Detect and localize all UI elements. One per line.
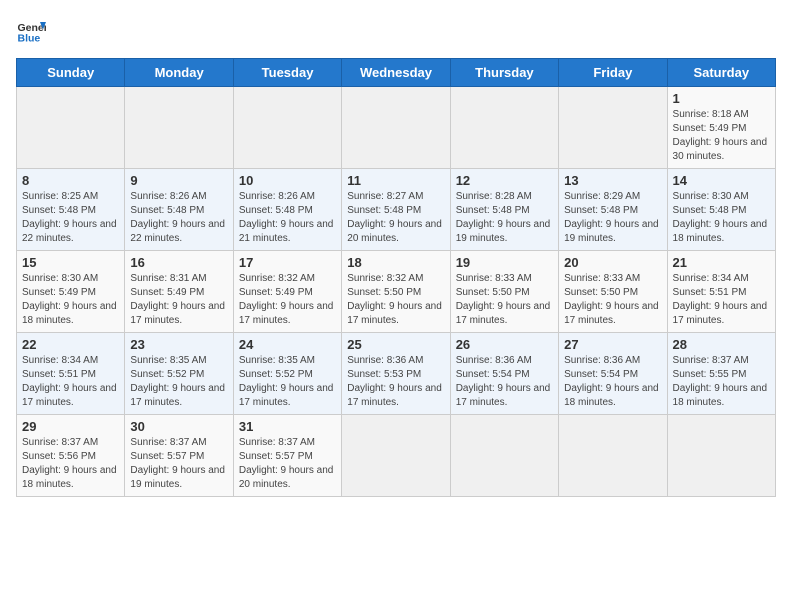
day-header-saturday: Saturday: [667, 59, 775, 87]
calendar-table: SundayMondayTuesdayWednesdayThursdayFrid…: [16, 58, 776, 497]
calendar-day-cell: 19Sunrise: 8:33 AMSunset: 5:50 PMDayligh…: [450, 251, 558, 333]
calendar-day-cell: 22Sunrise: 8:34 AMSunset: 5:51 PMDayligh…: [17, 333, 125, 415]
calendar-day-cell: [450, 415, 558, 497]
calendar-day-cell: 1Sunrise: 8:18 AMSunset: 5:49 PMDaylight…: [667, 87, 775, 169]
calendar-day-cell: 31Sunrise: 8:37 AMSunset: 5:57 PMDayligh…: [233, 415, 341, 497]
day-header-monday: Monday: [125, 59, 233, 87]
calendar-day-cell: 26Sunrise: 8:36 AMSunset: 5:54 PMDayligh…: [450, 333, 558, 415]
calendar-body: 1Sunrise: 8:18 AMSunset: 5:49 PMDaylight…: [17, 87, 776, 497]
calendar-row-1: 1Sunrise: 8:18 AMSunset: 5:49 PMDaylight…: [17, 87, 776, 169]
empty-day: [125, 87, 233, 169]
empty-day: [233, 87, 341, 169]
empty-day: [450, 87, 558, 169]
calendar-day-cell: 20Sunrise: 8:33 AMSunset: 5:50 PMDayligh…: [559, 251, 667, 333]
day-header-sunday: Sunday: [17, 59, 125, 87]
logo-icon: General Blue: [16, 16, 46, 46]
calendar-day-cell: 30Sunrise: 8:37 AMSunset: 5:57 PMDayligh…: [125, 415, 233, 497]
calendar-day-cell: 9Sunrise: 8:26 AMSunset: 5:48 PMDaylight…: [125, 169, 233, 251]
calendar-row-2: 8Sunrise: 8:25 AMSunset: 5:48 PMDaylight…: [17, 169, 776, 251]
svg-text:Blue: Blue: [18, 33, 41, 45]
calendar-day-cell: [559, 415, 667, 497]
empty-day: [342, 87, 450, 169]
calendar-day-cell: 29Sunrise: 8:37 AMSunset: 5:56 PMDayligh…: [17, 415, 125, 497]
calendar-day-cell: 11Sunrise: 8:27 AMSunset: 5:48 PMDayligh…: [342, 169, 450, 251]
calendar-day-cell: 21Sunrise: 8:34 AMSunset: 5:51 PMDayligh…: [667, 251, 775, 333]
calendar-day-cell: 27Sunrise: 8:36 AMSunset: 5:54 PMDayligh…: [559, 333, 667, 415]
day-header-thursday: Thursday: [450, 59, 558, 87]
calendar-day-cell: 8Sunrise: 8:25 AMSunset: 5:48 PMDaylight…: [17, 169, 125, 251]
logo: General Blue: [16, 16, 46, 46]
calendar-day-cell: 15Sunrise: 8:30 AMSunset: 5:49 PMDayligh…: [17, 251, 125, 333]
calendar-day-cell: 14Sunrise: 8:30 AMSunset: 5:48 PMDayligh…: [667, 169, 775, 251]
calendar-day-cell: [342, 415, 450, 497]
calendar-day-cell: 18Sunrise: 8:32 AMSunset: 5:50 PMDayligh…: [342, 251, 450, 333]
calendar-header-row: SundayMondayTuesdayWednesdayThursdayFrid…: [17, 59, 776, 87]
calendar-row-4: 22Sunrise: 8:34 AMSunset: 5:51 PMDayligh…: [17, 333, 776, 415]
calendar-row-5: 29Sunrise: 8:37 AMSunset: 5:56 PMDayligh…: [17, 415, 776, 497]
header: General Blue: [16, 16, 776, 46]
calendar-day-cell: [667, 415, 775, 497]
empty-day: [559, 87, 667, 169]
calendar-row-3: 15Sunrise: 8:30 AMSunset: 5:49 PMDayligh…: [17, 251, 776, 333]
day-header-friday: Friday: [559, 59, 667, 87]
calendar-day-cell: 24Sunrise: 8:35 AMSunset: 5:52 PMDayligh…: [233, 333, 341, 415]
calendar-day-cell: 13Sunrise: 8:29 AMSunset: 5:48 PMDayligh…: [559, 169, 667, 251]
calendar-day-cell: 17Sunrise: 8:32 AMSunset: 5:49 PMDayligh…: [233, 251, 341, 333]
calendar-day-cell: 10Sunrise: 8:26 AMSunset: 5:48 PMDayligh…: [233, 169, 341, 251]
empty-day: [17, 87, 125, 169]
day-header-tuesday: Tuesday: [233, 59, 341, 87]
calendar-day-cell: 12Sunrise: 8:28 AMSunset: 5:48 PMDayligh…: [450, 169, 558, 251]
calendar-day-cell: 23Sunrise: 8:35 AMSunset: 5:52 PMDayligh…: [125, 333, 233, 415]
calendar-day-cell: 25Sunrise: 8:36 AMSunset: 5:53 PMDayligh…: [342, 333, 450, 415]
calendar-day-cell: 28Sunrise: 8:37 AMSunset: 5:55 PMDayligh…: [667, 333, 775, 415]
calendar-day-cell: 16Sunrise: 8:31 AMSunset: 5:49 PMDayligh…: [125, 251, 233, 333]
day-header-wednesday: Wednesday: [342, 59, 450, 87]
